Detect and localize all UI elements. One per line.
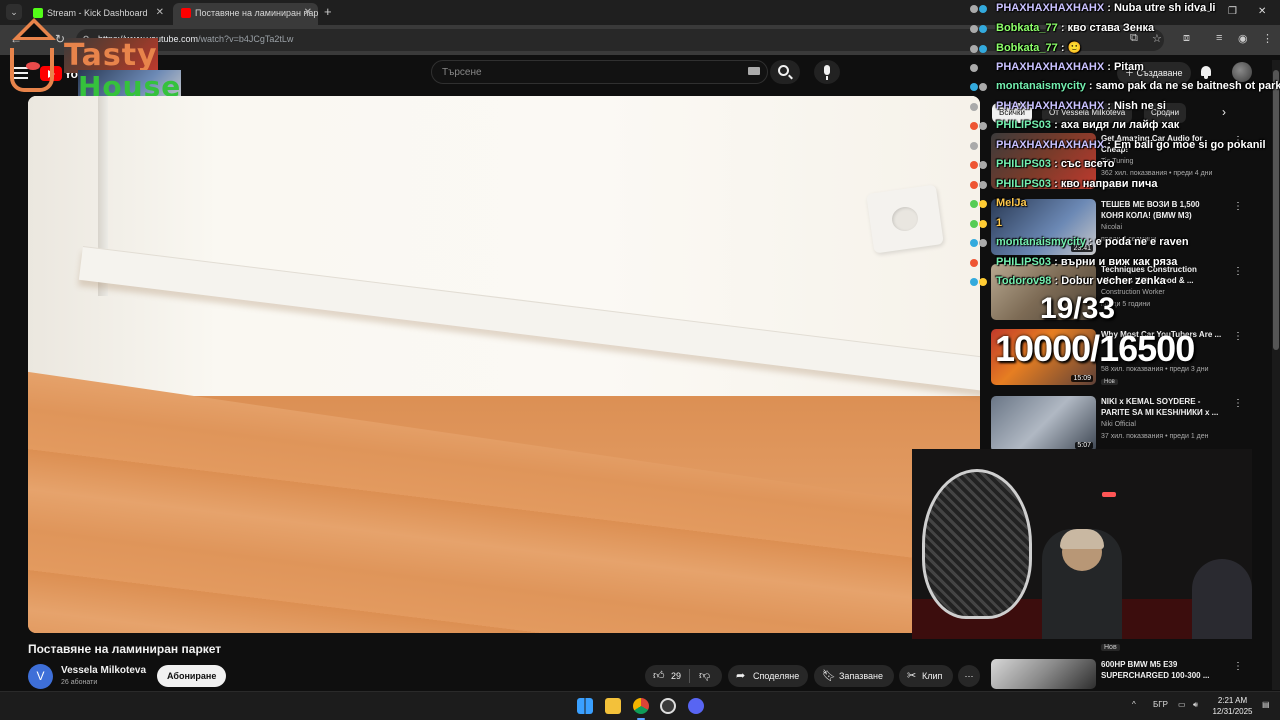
like-divider <box>689 669 690 683</box>
streamer-cap <box>1060 529 1104 549</box>
chat-message: 1 <box>970 217 1002 233</box>
chat-message: Todorov98 : Dobur vecher zenka <box>970 275 1166 291</box>
goal-counter-large: 10000/16500 <box>995 328 1195 369</box>
file-explorer-icon[interactable] <box>605 698 621 714</box>
chat-message: PHAXHAXHAXHAHX : Em bali go moe si go po… <box>970 139 1266 155</box>
notification-center-icon[interactable]: ▤ <box>1262 700 1270 709</box>
search-box[interactable] <box>431 60 768 84</box>
hanging-chair <box>922 469 1032 619</box>
chat-message: PHILIPS03 : върни и виж как ряза <box>970 256 1177 272</box>
chat-message: PHAXHAXHAXHAHX : Nuba utre sh idva li <box>970 2 1215 18</box>
rec-more-icon[interactable]: ⋮ <box>1233 661 1243 672</box>
tasty-house-logo: Tasty House <box>6 18 182 104</box>
stream-chat-overlay: PHAXHAXHAXHAHX : Nuba utre sh idva li Bo… <box>970 0 1280 300</box>
chat-message: PHILIPS03 : аха видя ли лайф хак <box>970 119 1179 135</box>
rec-more-icon[interactable]: ⋮ <box>1233 398 1243 409</box>
new-badge: Нов <box>1101 644 1120 651</box>
more-dots-icon: ⋯ <box>964 671 974 681</box>
clip-button[interactable]: ✂ Клип <box>899 665 953 687</box>
cooking-pot-icon <box>10 48 54 92</box>
chat-message: montanaismycity : e poda ne e raven <box>970 236 1189 252</box>
new-tab-plus-icon[interactable]: + <box>324 4 332 19</box>
save-button[interactable]: 🔖︎ Запазване <box>814 665 894 687</box>
webcam-light <box>1102 492 1116 497</box>
more-actions-button[interactable]: ⋯ <box>958 665 980 687</box>
system-clock[interactable]: 2:21 AM 12/31/2025 <box>1210 695 1255 717</box>
kick-favicon-icon <box>33 8 43 18</box>
bookmark-icon: 🔖︎ <box>822 670 836 682</box>
windows-taskbar: ^ БГР ▭ 🔊︎ 2:21 AM 12/31/2025 ▤ <box>0 691 1280 720</box>
new-badge: Нов <box>1101 379 1118 385</box>
emote-icon: 🙂 <box>1067 42 1082 54</box>
rec-channel[interactable]: Niki Official <box>1101 421 1136 428</box>
chat-message: PHAXHAXHAXHAHX : Pitam <box>970 61 1144 77</box>
scissors-icon: ✂ <box>907 670 917 682</box>
chat-message: Bobkata_77 : 🙂 <box>970 41 1081 57</box>
channel-avatar[interactable]: V <box>28 664 53 689</box>
search-button[interactable] <box>770 60 800 84</box>
youtube-favicon-icon <box>181 8 191 18</box>
chat-message: MelJa <box>970 197 1027 213</box>
rec-more-icon[interactable]: ⋮ <box>1233 331 1243 342</box>
tab-title: Stream - Kick Dashboard <box>47 8 148 18</box>
microphone-icon <box>824 65 830 75</box>
save-label: Запазване <box>839 671 884 681</box>
video-title: Поставяне на ламиниран паркет <box>28 642 222 656</box>
share-arrow-icon: ➦ <box>736 670 746 682</box>
input-language[interactable]: БГР <box>1153 700 1168 709</box>
brand-text-top: Tasty <box>64 38 158 73</box>
like-count[interactable]: 29 <box>671 665 681 687</box>
recommendation-item[interactable]: 5:07 NIKI x KEMAL SOYDERE - PARITE SA MI… <box>991 396 1243 452</box>
house-roof-icon <box>12 18 56 40</box>
chrome-icon[interactable] <box>633 698 649 714</box>
recommendation-item[interactable]: 600HP BMW M5 E39 SUPERCHARGED 100-300 ..… <box>991 659 1243 689</box>
share-button[interactable]: ➦ Споделяне <box>728 665 808 687</box>
goal-counter-small: 19/33 <box>1040 292 1116 325</box>
tab-youtube-video[interactable]: Поставяне на ламиниран парк ✕ <box>173 3 318 25</box>
rec-title[interactable]: 600HP BMW M5 E39 SUPERCHARGED 100-300 ..… <box>1101 659 1223 681</box>
like-dislike-group: 👍︎ 29 👎︎ <box>645 665 722 687</box>
video-player[interactable] <box>28 96 980 633</box>
chat-message: PHILIPS03 : със всето <box>970 158 1115 174</box>
keyboard-icon[interactable] <box>748 67 760 75</box>
share-label: Споделяне <box>753 671 800 681</box>
video-thumbnail[interactable]: 5:07 <box>991 396 1096 452</box>
close-tab-icon[interactable]: ✕ <box>156 7 164 18</box>
video-thumbnail[interactable] <box>991 659 1096 689</box>
tray-chevron-up-icon[interactable]: ^ <box>1132 700 1136 709</box>
chat-message: PHILIPS03 : кво направи пича <box>970 178 1157 194</box>
duration-badge: 5:07 <box>1075 442 1093 449</box>
pot-lid-icon <box>26 62 40 70</box>
search-icon <box>778 65 789 76</box>
network-icon[interactable]: ▭ <box>1178 700 1186 709</box>
background-person <box>1192 559 1252 639</box>
like-thumb-up-icon[interactable]: 👍︎ <box>653 665 665 687</box>
search-input[interactable] <box>432 61 732 83</box>
dislike-thumb-down-icon[interactable]: 👎︎ <box>699 665 710 687</box>
chat-message: montanaismycity : samo pak da ne se bait… <box>970 80 1280 96</box>
chat-message: Bobkata_77 : кво става Зенка <box>970 22 1154 38</box>
video-frame-socket <box>866 184 944 254</box>
channel-name[interactable]: Vessela Milkoteva <box>61 665 146 676</box>
tab-title: Поставяне на ламиниран парк <box>195 8 318 18</box>
subscriber-count: 26 абонати <box>61 679 98 686</box>
voice-search-button[interactable] <box>814 60 840 84</box>
rec-title[interactable]: NIKI x KEMAL SOYDERE - PARITE SA MI KESH… <box>1101 396 1223 418</box>
discord-icon[interactable] <box>688 698 704 714</box>
clock-time: 2:21 AM <box>1217 696 1248 705</box>
windows-start-icon[interactable] <box>577 698 593 714</box>
subscribe-button[interactable]: Абониране <box>157 665 227 687</box>
chat-message: PHAXHAXHAXHAHX : Nish ne si <box>970 100 1166 116</box>
duration-badge: 15:09 <box>1071 375 1093 382</box>
clock-date: 12/31/2025 <box>1212 707 1253 716</box>
volume-icon[interactable]: 🔊︎ <box>1193 700 1198 710</box>
obs-icon[interactable] <box>660 698 676 714</box>
rec-meta: 37 хил. показвания • преди 1 ден <box>1101 433 1209 440</box>
clip-label: Клип <box>922 671 943 681</box>
close-tab-icon[interactable]: ✕ <box>304 7 312 18</box>
streamer-webcam <box>912 449 1252 639</box>
